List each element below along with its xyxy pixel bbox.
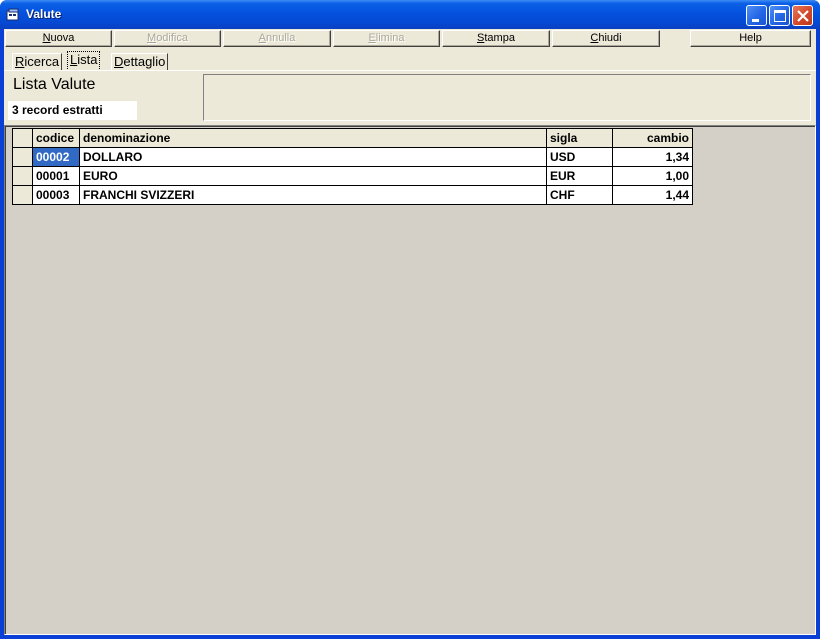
list-header: Lista Valute 3 record estratti <box>4 71 816 123</box>
filter-panel <box>203 74 811 121</box>
cell-cambio[interactable]: 1,34 <box>612 147 693 167</box>
tab-lista[interactable]: Lista <box>67 51 101 71</box>
maximize-icon <box>774 10 786 22</box>
data-grid-container: codice denominazione sigla cambio 00002 … <box>4 125 816 635</box>
annulla-button[interactable]: Annulla <box>223 30 331 47</box>
nuova-button[interactable]: Nuova <box>5 30 112 47</box>
elimina-button[interactable]: Elimina <box>333 30 440 47</box>
stampa-button[interactable]: Stampa <box>442 30 550 47</box>
client-area: Nuova Modifica Annulla Elimina Stampa Ch… <box>4 29 816 635</box>
column-header-cambio[interactable]: cambio <box>612 128 693 148</box>
chiudi-button[interactable]: Chiudi <box>552 30 660 47</box>
cell-sigla[interactable]: EUR <box>546 166 613 186</box>
column-header-denominazione[interactable]: denominazione <box>79 128 547 148</box>
cell-codice[interactable]: 00003 <box>32 185 80 205</box>
help-button[interactable]: Help <box>690 30 811 47</box>
minimize-icon <box>752 19 759 22</box>
cell-cambio[interactable]: 1,00 <box>612 166 693 186</box>
cell-denominazione[interactable]: DOLLARO <box>79 147 547 167</box>
cell-cambio[interactable]: 1,44 <box>612 185 693 205</box>
table-row[interactable]: 00003 FRANCHI SVIZZERI CHF 1,44 <box>12 185 693 205</box>
tab-ricerca[interactable]: Ricerca <box>12 53 63 71</box>
column-header-sigla[interactable]: sigla <box>546 128 613 148</box>
command-toolbar: Nuova Modifica Annulla Elimina Stampa Ch… <box>4 29 816 49</box>
cell-codice[interactable]: 00001 <box>32 166 80 186</box>
maximize-button[interactable] <box>769 5 790 26</box>
tab-strip: Ricerca Lista Dettaglio <box>4 51 816 71</box>
modifica-button[interactable]: Modifica <box>114 30 221 47</box>
grid-header-row: codice denominazione sigla cambio <box>12 128 693 148</box>
valute-grid[interactable]: codice denominazione sigla cambio 00002 … <box>12 128 693 205</box>
tab-dettaglio[interactable]: Dettaglio <box>111 53 169 71</box>
row-selector[interactable] <box>12 147 33 167</box>
nuova-label-rest: uova <box>50 32 75 44</box>
cell-sigla[interactable]: CHF <box>546 185 613 205</box>
close-icon <box>797 10 809 22</box>
cell-denominazione[interactable]: FRANCHI SVIZZERI <box>79 185 547 205</box>
window-title: Valute <box>26 7 62 21</box>
cell-codice[interactable]: 00002 <box>32 147 80 167</box>
column-header-codice[interactable]: codice <box>32 128 80 148</box>
table-row[interactable]: 00001 EURO EUR 1,00 <box>12 166 693 186</box>
cell-denominazione[interactable]: EURO <box>79 166 547 186</box>
row-selector-header <box>12 128 33 148</box>
page-title: Lista Valute <box>13 76 96 93</box>
table-row[interactable]: 00002 DOLLARO USD 1,34 <box>12 147 693 167</box>
app-icon <box>6 8 19 21</box>
minimize-button[interactable] <box>746 5 767 26</box>
close-button[interactable] <box>792 5 813 26</box>
row-selector[interactable] <box>12 185 33 205</box>
cell-sigla[interactable]: USD <box>546 147 613 167</box>
title-bar[interactable]: Valute <box>0 0 820 29</box>
record-count-label: 3 record estratti <box>8 101 137 120</box>
application-window: Valute Nuova Modifica Annulla Elimina St… <box>0 0 820 639</box>
row-selector[interactable] <box>12 166 33 186</box>
